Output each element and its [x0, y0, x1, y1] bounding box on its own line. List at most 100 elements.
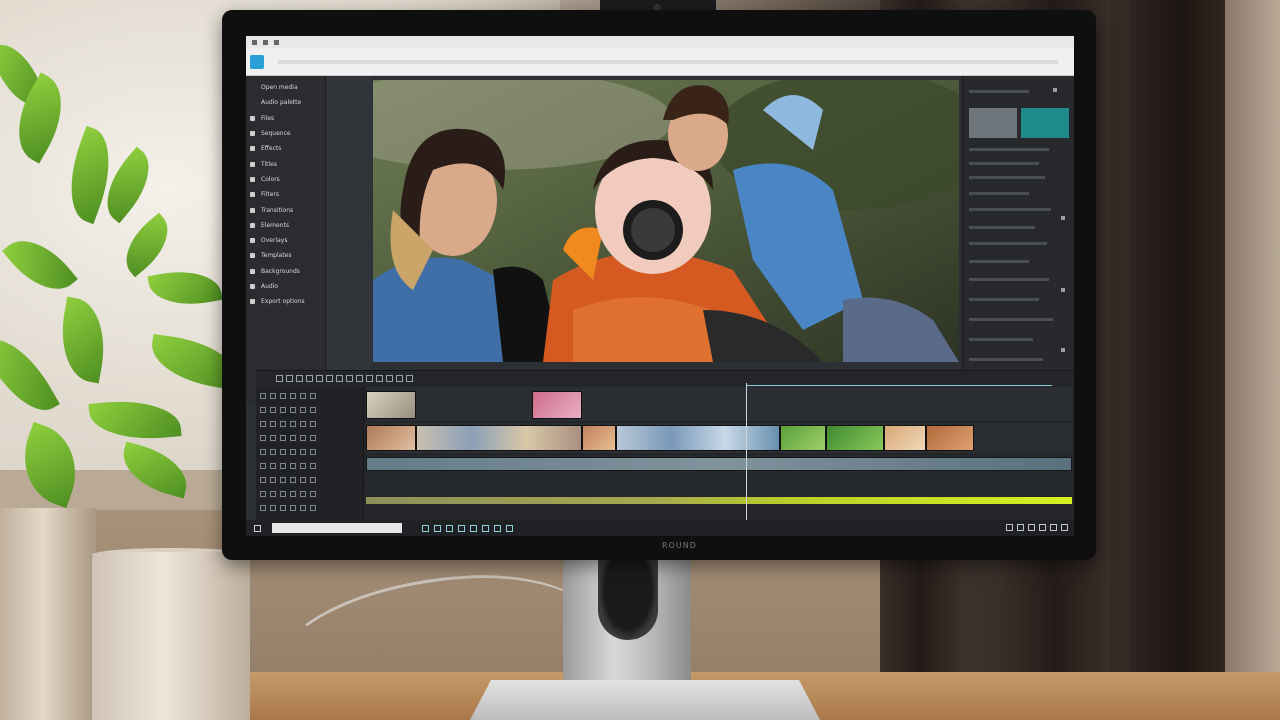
track-control-icon[interactable]	[270, 435, 276, 441]
timeline-tool-icon[interactable]	[406, 374, 413, 382]
timeline-tool-icon[interactable]	[296, 374, 303, 382]
marker-icon[interactable]	[494, 524, 501, 532]
video-clip[interactable]	[780, 425, 826, 451]
window-control-icon[interactable]	[274, 39, 279, 45]
track-control-icon[interactable]	[270, 421, 276, 427]
video-track[interactable]	[366, 387, 1072, 421]
audio-waveform[interactable]	[366, 497, 1072, 504]
video-clip[interactable]	[366, 391, 416, 419]
track-control-icon[interactable]	[310, 421, 316, 427]
playhead[interactable]	[746, 383, 747, 521]
track-control-icon[interactable]	[260, 407, 266, 413]
track-control-icon[interactable]	[270, 407, 276, 413]
track-control-icon[interactable]	[280, 407, 286, 413]
sidebar-item[interactable]: Overlays	[246, 233, 325, 248]
volume-icon[interactable]	[1050, 524, 1057, 531]
video-clip[interactable]	[582, 425, 616, 451]
track-control-icon[interactable]	[270, 463, 276, 469]
track-control-icon[interactable]	[260, 421, 266, 427]
track-control-icon[interactable]	[310, 505, 316, 511]
track-control-icon[interactable]	[280, 505, 286, 511]
toggle-icon[interactable]	[1061, 348, 1065, 352]
sidebar-item[interactable]: Titles	[246, 156, 325, 171]
sidebar-item[interactable]: Filters	[246, 187, 325, 202]
toggle-icon[interactable]	[1061, 288, 1065, 292]
track-control-icon[interactable]	[310, 407, 316, 413]
track-control-icon[interactable]	[260, 435, 266, 441]
video-preview[interactable]	[373, 80, 959, 362]
pause-icon[interactable]	[434, 524, 441, 532]
video-clip[interactable]	[926, 425, 974, 451]
timeline-tool-icon[interactable]	[276, 374, 283, 382]
track-control-icon[interactable]	[300, 393, 306, 399]
track-control-icon[interactable]	[270, 491, 276, 497]
timeline-tool-icon[interactable]	[366, 374, 373, 382]
sidebar-item[interactable]: Open media	[246, 80, 325, 95]
track-control-icon[interactable]	[300, 491, 306, 497]
video-clip[interactable]	[616, 425, 780, 451]
track-control-icon[interactable]	[310, 477, 316, 483]
track-control-icon[interactable]	[280, 435, 286, 441]
track-control-icon[interactable]	[300, 449, 306, 455]
sidebar-item[interactable]: Audio palette	[246, 95, 325, 110]
timeline-tool-icon[interactable]	[306, 374, 313, 382]
track-control-icon[interactable]	[280, 421, 286, 427]
snap-icon[interactable]	[506, 524, 513, 532]
stop-icon[interactable]	[446, 524, 453, 532]
grid-icon[interactable]	[1039, 524, 1046, 531]
track-control-icon[interactable]	[260, 477, 266, 483]
timecode-input[interactable]	[272, 523, 402, 533]
sidebar-item[interactable]: Sequence	[246, 126, 325, 141]
track-control-icon[interactable]	[260, 491, 266, 497]
track-control-icon[interactable]	[260, 463, 266, 469]
rewind-icon[interactable]	[458, 524, 465, 532]
track-control-icon[interactable]	[290, 477, 296, 483]
video-clip[interactable]	[366, 425, 416, 451]
track-control-icon[interactable]	[310, 449, 316, 455]
sidebar-item[interactable]: Effects	[246, 141, 325, 156]
track-control-icon[interactable]	[290, 421, 296, 427]
track-control-icon[interactable]	[300, 407, 306, 413]
window-control-icon[interactable]	[263, 39, 268, 45]
timeline-tool-icon[interactable]	[346, 374, 353, 382]
timeline-tool-icon[interactable]	[376, 374, 383, 382]
track-control-icon[interactable]	[270, 505, 276, 511]
thumbnail-tile[interactable]	[969, 108, 1017, 138]
track-control-icon[interactable]	[300, 505, 306, 511]
track-control-icon[interactable]	[270, 449, 276, 455]
track-control-icon[interactable]	[300, 421, 306, 427]
timeline-tool-icon[interactable]	[316, 374, 323, 382]
sidebar-item[interactable]: Audio	[246, 279, 325, 294]
thumbnail-tile[interactable]	[1021, 108, 1069, 138]
timeline-tool-icon[interactable]	[396, 374, 403, 382]
fit-icon[interactable]	[1028, 524, 1035, 531]
zoom-out-icon[interactable]	[1006, 524, 1013, 531]
track-control-icon[interactable]	[300, 463, 306, 469]
track-control-icon[interactable]	[290, 393, 296, 399]
zoom-in-icon[interactable]	[1017, 524, 1024, 531]
video-clip[interactable]	[884, 425, 926, 451]
sidebar-item[interactable]: Files	[246, 111, 325, 126]
track-control-icon[interactable]	[260, 393, 266, 399]
track-control-icon[interactable]	[280, 393, 286, 399]
audio-track[interactable]	[366, 477, 1072, 495]
loop-icon[interactable]	[482, 524, 489, 532]
track-control-icon[interactable]	[310, 393, 316, 399]
track-control-icon[interactable]	[270, 477, 276, 483]
track-control-icon[interactable]	[260, 505, 266, 511]
settings-icon[interactable]	[1053, 88, 1057, 92]
sidebar-item[interactable]: Templates	[246, 248, 325, 263]
timeline-tool-icon[interactable]	[326, 374, 333, 382]
timeline-tool-icon[interactable]	[356, 374, 363, 382]
window-control-icon[interactable]	[252, 39, 257, 45]
timeline-tool-icon[interactable]	[336, 374, 343, 382]
sidebar-item[interactable]: Export options	[246, 294, 325, 309]
track-control-icon[interactable]	[270, 393, 276, 399]
fullscreen-icon[interactable]	[1061, 524, 1068, 531]
track-control-icon[interactable]	[290, 449, 296, 455]
timeline-tool-icon[interactable]	[386, 374, 393, 382]
track-control-icon[interactable]	[280, 449, 286, 455]
track-control-icon[interactable]	[290, 505, 296, 511]
sidebar-item[interactable]: Elements	[246, 218, 325, 233]
track-control-icon[interactable]	[280, 491, 286, 497]
